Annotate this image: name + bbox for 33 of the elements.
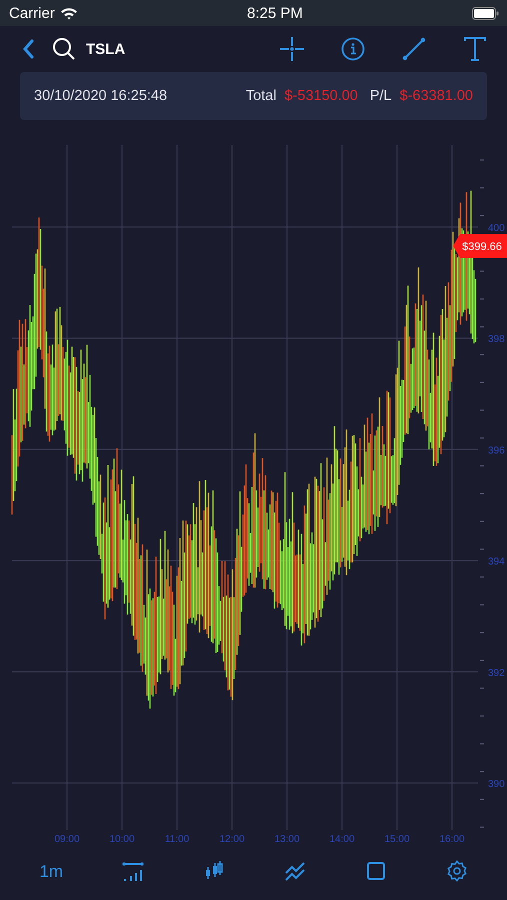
time-axis-label: 15:00 [384, 834, 410, 845]
time-axis-label: 13:00 [274, 834, 300, 845]
price-axis-label: 392 [488, 668, 505, 679]
time-axis-label: 09:00 [54, 834, 80, 845]
timestamp: 30/10/2020 16:25:48 [34, 88, 168, 104]
crosshair-button[interactable] [280, 37, 304, 61]
time-axis-label: 12:00 [219, 834, 245, 845]
ticker-symbol: TSLA [86, 40, 126, 58]
pl-label: P/L [370, 88, 392, 104]
info-button[interactable] [341, 37, 365, 61]
battery-icon [472, 6, 499, 20]
clock-time: 8:25 PM [246, 4, 303, 22]
price-axis-label: 394 [488, 556, 505, 568]
pl-value: $-63381.00 [400, 88, 473, 104]
price-tag: $399.66 [453, 234, 507, 258]
wifi-icon [60, 6, 78, 20]
back-button[interactable] [22, 39, 34, 59]
interval-button[interactable]: 1m [39, 862, 64, 882]
total-label: Total [246, 88, 276, 104]
search-button[interactable] [52, 37, 76, 61]
price-axis-label: 390 [488, 779, 505, 790]
time-axis-label: 16:00 [439, 834, 465, 845]
time-axis-label: 11:00 [164, 834, 190, 845]
price-axis-label: 400 [488, 223, 505, 234]
text-tool-button[interactable] [463, 36, 487, 62]
settings-button[interactable] [446, 860, 468, 884]
price-axis-label: 398 [488, 334, 505, 346]
price-axis-label: 396 [488, 445, 505, 456]
total-value: $-53150.00 [284, 88, 358, 104]
time-axis-label: 14:00 [329, 834, 355, 845]
line-tool-button[interactable] [402, 37, 426, 61]
carrier-label: Carrier [9, 4, 55, 22]
time-axis-label: 10:00 [109, 834, 135, 845]
